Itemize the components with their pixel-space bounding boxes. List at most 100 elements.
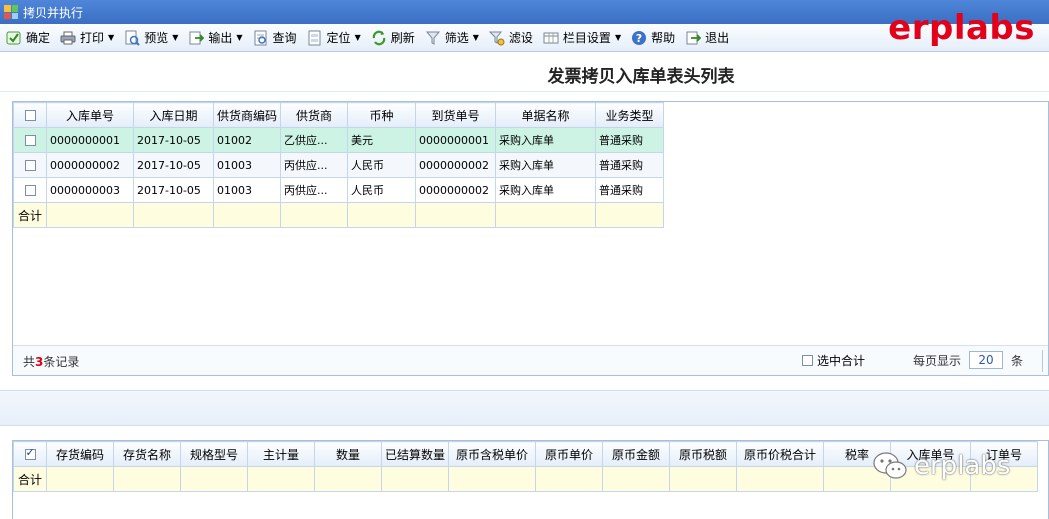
splitter-band[interactable] xyxy=(0,390,1049,426)
header-grid: 入库单号 入库日期 供货商编码 供货商 币种 到货单号 单据名称 业务类型 00… xyxy=(13,102,665,228)
column-header[interactable]: 币种 xyxy=(347,102,417,128)
page-size-label: 每页显示 xyxy=(913,353,962,368)
grid-header-row: 入库单号 入库日期 供货商编码 供货商 币种 到货单号 单据名称 业务类型 xyxy=(13,102,665,128)
confirm-button[interactable]: 确定 xyxy=(2,27,54,49)
printer-icon xyxy=(60,30,76,46)
total-cell xyxy=(380,466,450,492)
chevron-down-icon[interactable]: ▼ xyxy=(355,33,361,42)
preview-button[interactable]: 预览 ▼ xyxy=(120,27,182,49)
total-label: 合计 xyxy=(13,202,47,228)
total-cell xyxy=(602,466,671,492)
column-settings-icon xyxy=(543,30,559,46)
page-size-input[interactable] xyxy=(969,351,1004,369)
table-row[interactable]: 0000000001 2017-10-05 01002 乙供应... 美元 00… xyxy=(13,127,665,153)
total-cell xyxy=(448,466,537,492)
table-cell: 0000000002 xyxy=(415,152,497,178)
brand-logo-text: erplabs xyxy=(888,8,1035,48)
table-cell: 采购入库单 xyxy=(495,127,597,153)
column-header[interactable]: 入库单号 xyxy=(46,102,134,128)
table-cell: 美元 xyxy=(347,127,417,153)
locate-icon xyxy=(307,30,323,46)
select-all-checkbox[interactable] xyxy=(13,441,47,467)
column-header[interactable]: 业务类型 xyxy=(595,102,665,128)
column-header[interactable]: 入库日期 xyxy=(133,102,214,128)
column-header[interactable]: 原币金额 xyxy=(602,441,671,467)
column-header[interactable]: 原币含税单价 xyxy=(448,441,537,467)
print-button[interactable]: 打印 ▼ xyxy=(56,27,118,49)
total-cell xyxy=(347,202,417,228)
watermark-text: erplabs xyxy=(914,451,1011,481)
help-icon: ? xyxy=(631,30,647,46)
table-cell: 普通采购 xyxy=(595,152,665,178)
header-list-panel: 入库单号 入库日期 供货商编码 供货商 币种 到货单号 单据名称 业务类型 00… xyxy=(12,101,1049,376)
total-cell xyxy=(46,466,114,492)
export-button[interactable]: 输出 ▼ xyxy=(184,27,246,49)
column-header[interactable]: 数量 xyxy=(314,441,382,467)
select-sum-toggle[interactable]: 选中合计 xyxy=(802,352,865,369)
select-sum-checkbox[interactable] xyxy=(802,355,813,366)
heading-area: 发票拷贝入库单表头列表 xyxy=(0,52,1049,92)
total-cell xyxy=(280,202,349,228)
filter-button[interactable]: 筛选 ▼ xyxy=(421,27,483,49)
row-checkbox[interactable] xyxy=(13,127,47,153)
column-header[interactable]: 供货商编码 xyxy=(212,102,282,128)
total-cell xyxy=(46,202,134,228)
table-row[interactable]: 0000000002 2017-10-05 01003 丙供应... 人民币 0… xyxy=(13,152,665,178)
chevron-down-icon[interactable]: ▼ xyxy=(172,33,178,42)
record-count-suffix: 条记录 xyxy=(43,355,80,369)
column-header[interactable]: 已结算数量 xyxy=(380,441,450,467)
page-size-control: 每页显示 条 xyxy=(913,351,1023,369)
table-row[interactable]: 0000000003 2017-10-05 01003 丙供应... 人民币 0… xyxy=(13,177,665,203)
column-header[interactable]: 存货名称 xyxy=(113,441,181,467)
record-count: 共3条记录 xyxy=(23,353,79,370)
filter-settings-button[interactable]: 滤设 xyxy=(485,27,537,49)
total-row: 合计 xyxy=(13,202,665,228)
query-label: 查询 xyxy=(272,31,297,45)
exit-label: 退出 xyxy=(705,31,730,45)
column-header[interactable]: 到货单号 xyxy=(415,102,497,128)
table-cell: 01002 xyxy=(212,127,282,153)
column-header[interactable]: 规格型号 xyxy=(180,441,248,467)
row-checkbox[interactable] xyxy=(13,152,47,178)
page-size-unit: 条 xyxy=(1011,353,1024,368)
filter-icon xyxy=(425,30,441,46)
total-cell xyxy=(535,466,604,492)
filter-settings-label: 滤设 xyxy=(508,31,533,45)
chevron-down-icon[interactable]: ▼ xyxy=(473,33,479,42)
total-cell xyxy=(415,202,497,228)
chevron-down-icon[interactable]: ▼ xyxy=(236,33,242,42)
chevron-down-icon[interactable]: ▼ xyxy=(108,33,114,42)
total-cell xyxy=(133,202,214,228)
refresh-button[interactable]: 刷新 xyxy=(367,27,419,49)
column-header[interactable]: 原币税额 xyxy=(669,441,738,467)
select-sum-label: 选中合计 xyxy=(817,354,866,368)
table-cell: 采购入库单 xyxy=(495,152,597,178)
help-label: 帮助 xyxy=(651,31,676,45)
table-cell: 2017-10-05 xyxy=(133,152,214,178)
column-header[interactable]: 主计量 xyxy=(247,441,315,467)
chevron-down-icon[interactable]: ▼ xyxy=(615,33,621,42)
total-cell xyxy=(595,202,665,228)
column-header[interactable]: 原币单价 xyxy=(535,441,604,467)
column-settings-button[interactable]: 栏目设置 ▼ xyxy=(539,27,625,49)
print-label: 打印 xyxy=(80,31,105,45)
row-checkbox[interactable] xyxy=(13,177,47,203)
total-cell xyxy=(669,466,738,492)
preview-icon xyxy=(124,30,140,46)
exit-button[interactable]: 退出 xyxy=(681,27,733,49)
column-header[interactable]: 供货商 xyxy=(280,102,349,128)
column-header[interactable]: 原币价税合计 xyxy=(736,441,825,467)
help-button[interactable]: ? 帮助 xyxy=(627,27,679,49)
window-title: 拷贝并执行 xyxy=(23,5,84,20)
locate-button[interactable]: 定位 ▼ xyxy=(303,27,365,49)
exit-icon xyxy=(685,30,702,46)
select-all-checkbox[interactable] xyxy=(13,102,47,128)
total-cell xyxy=(212,202,282,228)
total-cell xyxy=(180,466,248,492)
export-icon xyxy=(188,30,205,46)
column-header[interactable]: 单据名称 xyxy=(495,102,597,128)
column-header[interactable]: 存货编码 xyxy=(46,441,114,467)
record-count-prefix: 共 xyxy=(23,355,36,369)
refresh-icon xyxy=(371,30,387,46)
query-button[interactable]: 查询 xyxy=(249,27,301,49)
